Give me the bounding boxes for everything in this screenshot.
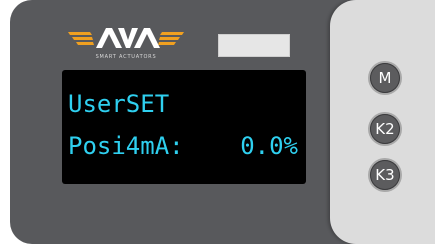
m-key-label: M [378, 69, 392, 87]
brand-tagline: SMART ACTUATORS [96, 54, 157, 60]
screen-parameter-label: Posi4mA: [68, 132, 184, 160]
k3-key-label: K3 [375, 166, 395, 184]
screen-menu-title: UserSET [68, 90, 170, 118]
m-key-button[interactable]: M [370, 63, 400, 93]
k2-key-button[interactable]: K2 [370, 114, 400, 144]
actuator-device: SMART ACTUATORS UserSET Posi4mA: 0.0% M … [0, 0, 435, 244]
k2-key-label: K2 [375, 120, 395, 138]
lcd-screen: UserSET Posi4mA: 0.0% [62, 70, 306, 184]
ava-logo: SMART ACTUATORS [68, 28, 184, 60]
k3-key-button[interactable]: K3 [370, 160, 400, 190]
label-plate [218, 34, 290, 57]
screen-parameter-value: 0.0% [240, 132, 298, 160]
